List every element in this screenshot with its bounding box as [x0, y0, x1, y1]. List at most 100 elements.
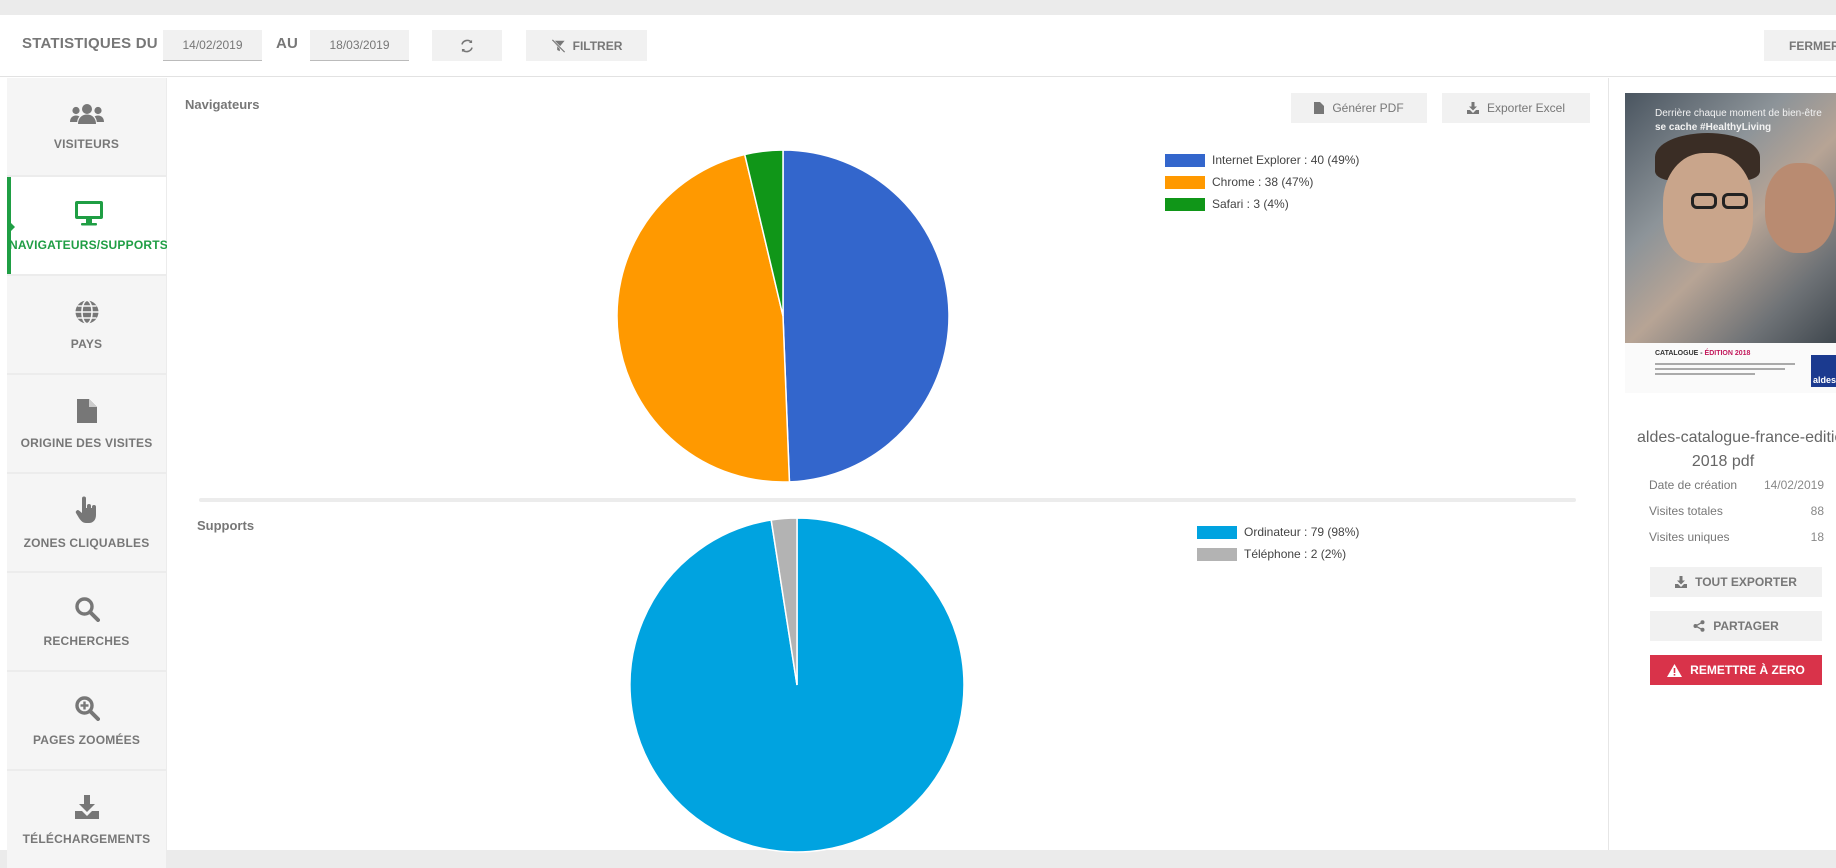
document-panel: Derrière chaque moment de bien-être se c… [1608, 78, 1836, 850]
legend-item[interactable]: Ordinateur : 79 (98%) [1197, 521, 1359, 543]
file-icon [76, 398, 97, 423]
date-from-input[interactable] [163, 30, 262, 61]
supports-pie-chart [629, 517, 965, 853]
sidebar-item-label: ORIGINE DES VISITES [20, 435, 153, 450]
generate-pdf-button[interactable]: Générer PDF [1291, 93, 1427, 123]
supports-chart-title: Supports [197, 518, 255, 533]
filter-button-label: FILTRER [572, 38, 623, 53]
meta-unique-visits: Visites uniques 18 [1649, 530, 1824, 544]
section-divider [199, 498, 1576, 502]
export-excel-label: Exporter Excel [1486, 101, 1566, 115]
stats-to-label: AU [276, 35, 299, 52]
statistics-window: STATISTIQUES DU AU FILTRER FERMER VISITE… [0, 15, 1836, 868]
share-icon [1693, 620, 1705, 632]
hand-pointer-icon [75, 496, 96, 523]
reset-label: REMETTRE À ZERO [1690, 663, 1805, 677]
cover-photo-detail [1691, 193, 1717, 209]
desktop-icon [74, 200, 103, 225]
legend-item[interactable]: Chrome : 38 (47%) [1165, 171, 1359, 193]
export-all-label: TOUT EXPORTER [1695, 575, 1797, 589]
legend-swatch [1197, 525, 1237, 539]
legend-item[interactable]: Téléphone : 2 (2%) [1197, 543, 1359, 565]
sidebar-item-recherches[interactable]: RECHERCHES [7, 573, 166, 670]
sidebar-item-label: TÉLÉCHARGEMENTS [22, 831, 151, 846]
document-thumbnail[interactable]: Derrière chaque moment de bien-être se c… [1625, 93, 1836, 393]
cover-catalogue-label: CATALOGUE - ÉDITION 2018 [1655, 350, 1751, 357]
filter-button[interactable]: FILTRER [526, 30, 647, 61]
legend-label: Téléphone : 2 (2%) [1244, 547, 1347, 561]
close-button-label: FERMER [1789, 38, 1836, 53]
document-title-line1: aldes-catalogue-france-edition [1637, 429, 1836, 446]
sidebar-item-label: ZONES CLIQUABLES [23, 535, 150, 550]
meta-value: 14/02/2019 [1763, 478, 1824, 492]
refresh-button[interactable] [432, 30, 502, 61]
browsers-pie-chart [616, 149, 950, 483]
meta-total-visits: Visites totales 88 [1649, 504, 1824, 518]
filter-bar: STATISTIQUES DU AU FILTRER FERMER [0, 15, 1836, 77]
legend-swatch [1165, 197, 1205, 211]
legend-label: Ordinateur : 79 (98%) [1244, 525, 1360, 539]
sidebar-item-zones-cliquables[interactable]: ZONES CLIQUABLES [7, 474, 166, 571]
meta-creation-date: Date de création 14/02/2019 [1649, 478, 1824, 492]
cover-tagline-line1: Derrière chaque moment de bien-être [1655, 108, 1822, 119]
legend-label: Safari : 3 (4%) [1212, 197, 1289, 211]
browsers-legend: Internet Explorer : 40 (49%) Chrome : 38 … [1165, 149, 1359, 215]
export-all-button[interactable]: TOUT EXPORTER [1650, 567, 1822, 597]
meta-label: Visites totales [1649, 504, 1723, 518]
sidebar-item-label: PAGES ZOOMÉES [32, 732, 141, 747]
document-title-line2: 2018 pdf [1691, 453, 1755, 470]
export-excel-button[interactable]: Exporter Excel [1442, 93, 1590, 123]
legend-item[interactable]: Internet Explorer : 40 (49%) [1165, 149, 1359, 171]
cover-catalogue-prefix: CATALOGUE [1655, 350, 1699, 357]
legend-swatch [1165, 153, 1205, 167]
cover-fine-print [1655, 363, 1795, 365]
legend-label: Internet Explorer : 40 (49%) [1212, 153, 1360, 167]
stats-from-label: STATISTIQUES DU [22, 35, 158, 52]
download-icon [1466, 102, 1479, 114]
sidebar-item-label: RECHERCHES [43, 633, 130, 648]
sidebar-item-label: NAVIGATEURS/SUPPORTS [9, 237, 168, 252]
legend-label: Chrome : 38 (47%) [1212, 175, 1314, 189]
sidebar-item-pays[interactable]: PAYS [7, 276, 166, 373]
meta-label: Date de création [1649, 478, 1738, 492]
sidebar-item-label: PAYS [70, 336, 103, 351]
legend-swatch [1197, 547, 1237, 561]
globe-icon [75, 299, 98, 324]
pie-slice-internet-explorer[interactable] [782, 149, 950, 483]
generate-pdf-label: Générer PDF [1332, 101, 1404, 115]
cover-catalogue-edition: ÉDITION 2018 [1704, 350, 1751, 357]
sidebar-item-label: VISITEURS [53, 136, 120, 151]
legend-swatch [1165, 175, 1205, 189]
sidebar-item-navigateurs-supports[interactable]: NAVIGATEURS/SUPPORTS [7, 177, 168, 274]
share-button[interactable]: PARTAGER [1650, 611, 1822, 641]
document-title: aldes-catalogue-france-edition 2018 pdf [1609, 426, 1836, 474]
close-button[interactable]: FERMER [1764, 30, 1836, 61]
share-label: PARTAGER [1713, 619, 1779, 633]
file-icon [1314, 102, 1325, 114]
users-icon [69, 103, 104, 124]
cover-photo-detail [1722, 193, 1748, 209]
filter-off-icon [551, 38, 566, 53]
sidebar-item-visiteurs[interactable]: VISITEURS [7, 78, 166, 175]
cover-photo-detail [1765, 163, 1835, 253]
cover-tagline: Derrière chaque moment de bien-être se c… [1655, 107, 1825, 135]
date-to-input[interactable] [310, 30, 409, 61]
brand-logo: aldes [1811, 355, 1836, 387]
meta-value: 18 [1810, 530, 1824, 544]
download-icon [74, 794, 99, 819]
browsers-chart-title: Navigateurs [185, 97, 260, 112]
legend-item[interactable]: Safari : 3 (4%) [1165, 193, 1359, 215]
sidebar-item-origine-des-visites[interactable]: ORIGINE DES VISITES [7, 375, 166, 472]
cover-tagline-line2: se cache #HealthyLiving [1655, 122, 1772, 133]
zoom-in-icon [74, 695, 100, 721]
reset-button[interactable]: REMETTRE À ZERO [1650, 655, 1822, 685]
cover-fine-print [1655, 373, 1755, 375]
sidebar-item-pages-zoomees[interactable]: PAGES ZOOMÉES [7, 672, 166, 769]
supports-legend: Ordinateur : 79 (98%) Téléphone : 2 (2%) [1197, 521, 1359, 565]
stats-sidebar: VISITEURS NAVIGATEURS/SUPPORTS PAYS ORIG… [7, 78, 168, 868]
refresh-icon [461, 39, 473, 52]
cover-fine-print [1655, 368, 1785, 370]
meta-label: Visites uniques [1649, 530, 1730, 544]
active-indicator-arrow [7, 219, 15, 235]
sidebar-item-telechargements[interactable]: TÉLÉCHARGEMENTS [7, 771, 166, 868]
